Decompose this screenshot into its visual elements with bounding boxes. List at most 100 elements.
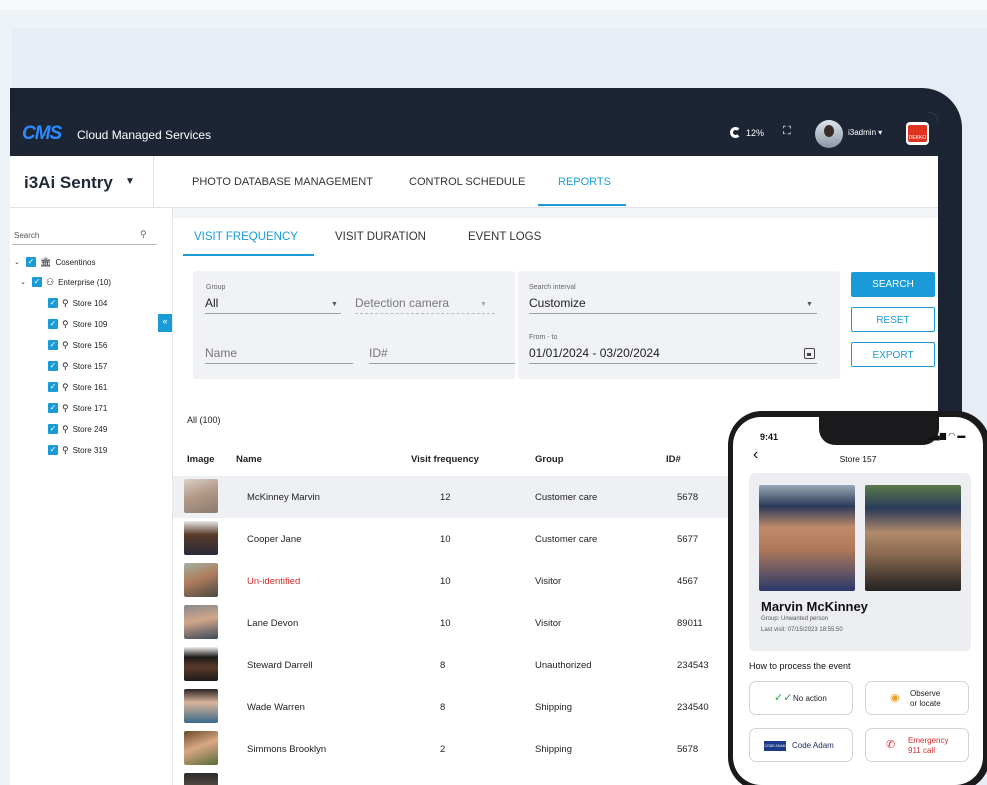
nav-tab-photo-database[interactable]: PHOTO DATABASE MANAGEMENT [192, 176, 373, 188]
cell-id: 89011 [677, 618, 703, 629]
checkbox-checked[interactable]: ✓ [48, 340, 58, 350]
search-icon[interactable]: ⚲ [140, 229, 147, 240]
tree-item-label: Store 161 [72, 382, 108, 392]
cell-id: 5678 [677, 744, 699, 755]
person-photo [184, 521, 218, 555]
tab-event-logs[interactable]: EVENT LOGS [468, 231, 541, 243]
phone-notch [819, 417, 939, 445]
person-name: Marvin McKinney [761, 599, 868, 614]
observe-button[interactable]: ◉ Observe or locate [865, 681, 969, 715]
checkbox-checked[interactable]: ✓ [32, 277, 42, 287]
cell-id: 5677 [677, 534, 699, 545]
name-input[interactable]: Name [205, 346, 237, 360]
cell-name-unidentified: Un-identified [247, 576, 301, 587]
id-input[interactable]: ID# [369, 346, 388, 360]
person-card: Marvin McKinney Group: Unwanted person L… [749, 473, 971, 651]
reference-photo[interactable] [865, 485, 961, 591]
person-photo [184, 731, 218, 765]
id-underline [369, 363, 515, 364]
tab-visit-frequency[interactable]: VISIT FREQUENCY [194, 231, 298, 243]
product-name[interactable]: i3Ai Sentry [24, 173, 113, 193]
tree-item-store[interactable]: ✓ ⚲ Store 156 [48, 338, 107, 352]
group-underline [205, 313, 341, 314]
group-select[interactable]: All [205, 296, 218, 310]
person-photo [184, 647, 218, 681]
reset-button[interactable]: RESET [851, 307, 935, 332]
person-photo [184, 689, 218, 723]
cell-name: McKinney Marvin [247, 492, 320, 503]
checkbox-checked[interactable]: ✓ [26, 257, 36, 267]
checkbox-checked[interactable]: ✓ [48, 403, 58, 413]
chevron-down-icon[interactable]: ▼ [480, 301, 487, 308]
checkbox-checked[interactable]: ✓ [48, 424, 58, 434]
interval-label: Search interval [529, 284, 576, 291]
nav-tab-control-schedule[interactable]: CONTROL SCHEDULE [409, 176, 525, 188]
interval-select[interactable]: Customize [529, 296, 586, 310]
partner-logo: DEKKO [906, 122, 929, 145]
checkbox-checked[interactable]: ✓ [48, 298, 58, 308]
checkbox-checked[interactable]: ✓ [48, 445, 58, 455]
chevron-down-icon[interactable]: ▼ [806, 301, 813, 308]
emergency-button[interactable]: ✆ Emergency 911 call [865, 728, 969, 762]
tree-item-store[interactable]: ✓ ⚲ Store 161 [48, 380, 107, 394]
search-button[interactable]: SEARCH [851, 272, 935, 297]
no-action-button[interactable]: ✓✓ No action [749, 681, 853, 715]
range-label: From - to [529, 334, 558, 341]
column-header[interactable]: Name [236, 454, 262, 465]
tab-visit-duration[interactable]: VISIT DURATION [335, 231, 426, 243]
cms-logo[interactable]: CMS [22, 123, 62, 145]
cell-name: Steward Darrell [247, 660, 313, 671]
interval-underline [529, 313, 817, 314]
column-header[interactable]: Group [535, 454, 564, 465]
tree-item-label: Cosentinos [55, 257, 96, 267]
capture-photo[interactable] [759, 485, 855, 591]
tree-item-store[interactable]: ✓ ⚲ Store 171 [48, 401, 107, 415]
last-visit: Last visit: 07/15/2023 18:55:50 [761, 627, 843, 633]
chevron-down-icon[interactable]: ▼ [125, 176, 135, 187]
column-header[interactable]: ID# [666, 454, 681, 465]
enterprise-icon: ⚇ [46, 276, 55, 287]
user-menu[interactable]: i3admin ▾ [848, 128, 882, 137]
cell-frequency: 8 [440, 702, 446, 713]
checkbox-checked[interactable]: ✓ [48, 319, 58, 329]
tree-item-label: Enterprise (10) [58, 277, 111, 287]
fullscreen-icon[interactable]: ⛶ [783, 125, 791, 138]
cell-id: 4567 [677, 576, 699, 587]
tree-item-store[interactable]: ✓ ⚲ Store 319 [48, 443, 107, 457]
tree-item-store[interactable]: ✓ ⚲ Store 104 [48, 296, 107, 310]
tree-item-label: Store 319 [72, 445, 108, 455]
cell-id: 5678 [677, 492, 699, 503]
column-header[interactable]: Image [187, 454, 214, 465]
cell-group: Customer care [535, 534, 598, 545]
export-button[interactable]: EXPORT [851, 342, 935, 367]
app-title: Cloud Managed Services [77, 128, 212, 142]
nav-tab-reports[interactable]: REPORTS [558, 176, 611, 188]
cell-group: Shipping [535, 702, 572, 713]
collapse-sidebar-button[interactable]: « [158, 314, 172, 332]
cpu-ring-icon [730, 127, 741, 138]
cpu-usage: 12% [730, 127, 764, 138]
chevron-down-icon[interactable]: ▼ [331, 301, 338, 308]
tree-item-store[interactable]: ✓ ⚲ Store 157 [48, 359, 107, 373]
code-adam-button[interactable]: CODE ADAM Code Adam [749, 728, 853, 762]
user-avatar[interactable] [815, 120, 843, 148]
chevron-down-icon[interactable]: ⌄ [20, 278, 28, 286]
stage: CMS Cloud Managed Services 12% ⛶ i3admin… [0, 0, 987, 785]
tree-item-cosentinos[interactable]: ⌄ ✓ 🏛 Cosentinos [14, 255, 95, 269]
tree-item-store[interactable]: ✓ ⚲ Store 249 [48, 422, 107, 436]
code-adam-icon: CODE ADAM [764, 741, 786, 751]
calendar-icon[interactable] [804, 348, 815, 359]
chevron-down-icon[interactable]: ⌄ [14, 258, 22, 266]
date-range-input[interactable]: 01/01/2024 - 03/20/2024 [529, 346, 660, 360]
cell-group: Unauthorized [535, 660, 592, 671]
checkbox-checked[interactable]: ✓ [48, 361, 58, 371]
camera-select[interactable]: Detection camera [355, 296, 449, 310]
checkbox-checked[interactable]: ✓ [48, 382, 58, 392]
column-header[interactable]: Visit frequency [411, 454, 479, 465]
store-pin-icon: ⚲ [62, 402, 69, 413]
tree-item-enterprise[interactable]: ⌄ ✓ ⚇ Enterprise (10) [20, 275, 111, 289]
filter-panel: Group All ▼ Detection camera ▼ Name ID# … [173, 256, 938, 401]
search-underline [12, 244, 157, 245]
search-input[interactable]: Search [14, 231, 39, 240]
tree-item-store[interactable]: ✓ ⚲ Store 109 [48, 317, 107, 331]
